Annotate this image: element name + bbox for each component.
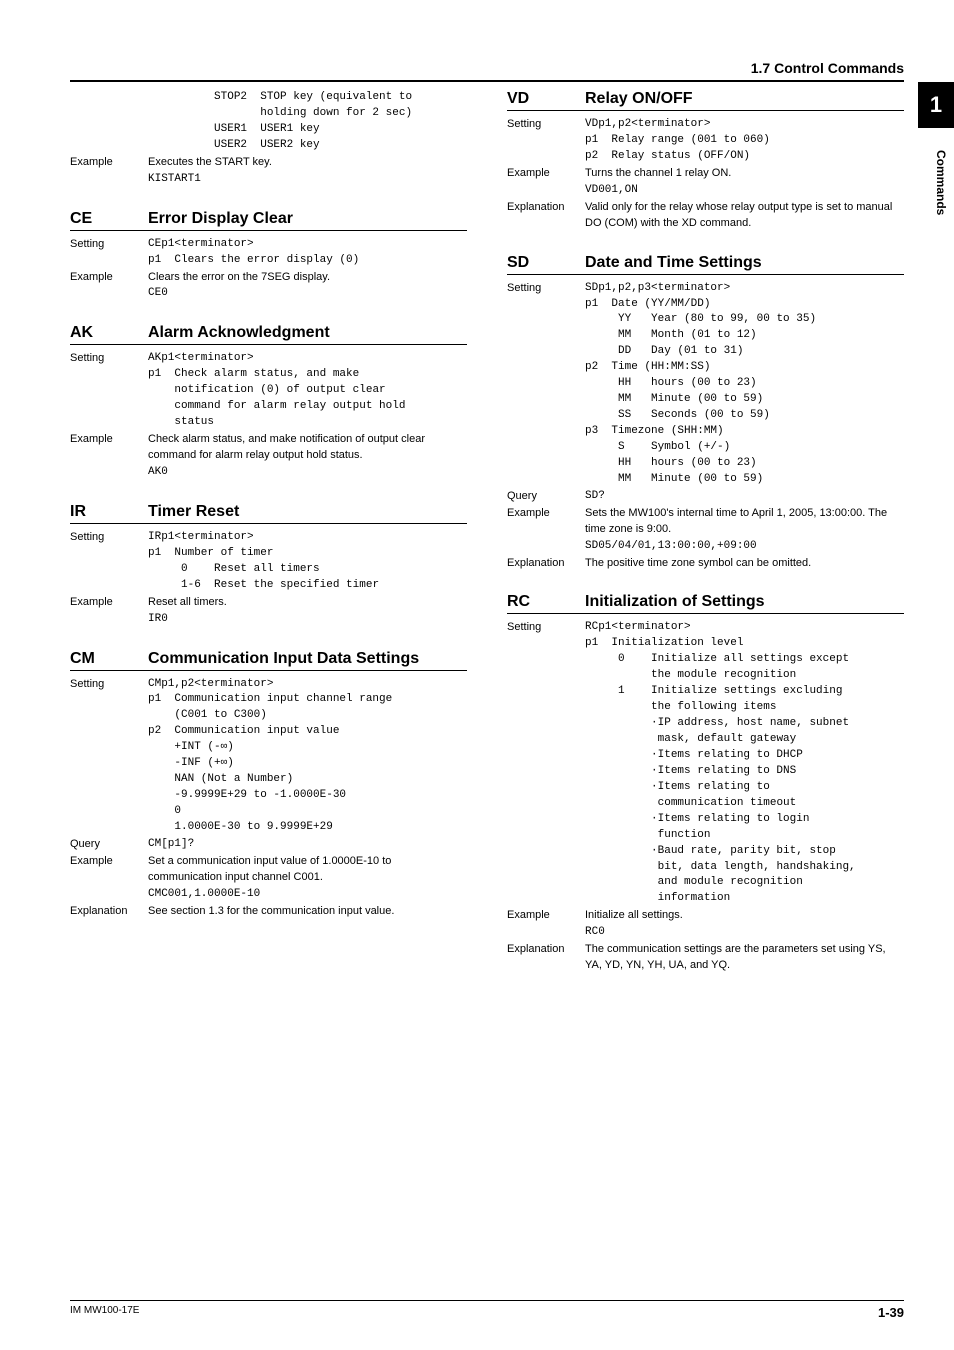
sd-code: SD — [507, 254, 585, 272]
cm-ex-text: Set a communication input value of 1.000… — [148, 854, 467, 886]
ak-code: AK — [70, 324, 148, 342]
rc-title: Initialization of Settings — [585, 593, 765, 611]
sd-title: Date and Time Settings — [585, 254, 762, 272]
cm-block: CMCommunication Input Data Settings Sett… — [70, 650, 467, 920]
rc-setting: RCp1<terminator> p1 Initialization level… — [585, 620, 904, 907]
sd-setting: SDp1,p2,p3<terminator> p1 Date (YY/MM/DD… — [585, 281, 904, 488]
rc-ex-code: RC0 — [585, 925, 904, 941]
example-label: Example — [507, 166, 585, 182]
setting-label: Setting — [70, 677, 148, 836]
right-column: VDRelay ON/OFF SettingVDp1,p2<terminator… — [507, 90, 904, 996]
ak-ex-text: Check alarm status, and make notificatio… — [148, 432, 467, 464]
ir-ex-code: IR0 — [148, 612, 467, 628]
example-label: Example — [70, 595, 148, 611]
vd-ex-code: VD001,ON — [585, 183, 904, 199]
query-label: Query — [507, 489, 585, 505]
example-label: Example — [70, 432, 148, 464]
setting-label: Setting — [507, 620, 585, 907]
pre-ex-text: Executes the START key. — [148, 155, 467, 171]
ir-code: IR — [70, 503, 148, 521]
setting-label: Setting — [70, 530, 148, 594]
cm-setting: CMp1,p2<terminator> p1 Communication inp… — [148, 677, 467, 836]
vd-code: VD — [507, 90, 585, 108]
side-label: Commands — [934, 150, 948, 215]
footer-right: 1-39 — [878, 1305, 904, 1320]
ir-ex-text: Reset all timers. — [148, 595, 467, 611]
sd-block: SDDate and Time Settings SettingSDp1,p2,… — [507, 254, 904, 572]
setting-label: Setting — [507, 281, 585, 488]
ir-setting: IRp1<terminator> p1 Number of timer 0 Re… — [148, 530, 467, 594]
query-label: Query — [70, 837, 148, 853]
ce-title: Error Display Clear — [148, 210, 293, 228]
ce-setting: CEp1<terminator> p1 Clears the error dis… — [148, 237, 467, 269]
ak-title: Alarm Acknowledgment — [148, 324, 330, 342]
ce-ex-code: CE0 — [148, 286, 467, 302]
ce-ex-text: Clears the error on the 7SEG display. — [148, 270, 467, 286]
footer: IM MW100-17E 1-39 — [70, 1300, 904, 1320]
vd-block: VDRelay ON/OFF SettingVDp1,p2<terminator… — [507, 90, 904, 232]
cm-title: Communication Input Data Settings — [148, 650, 419, 668]
pre-ex-code: KISTART1 — [148, 172, 467, 188]
pre-setting: STOP2 STOP key (equivalent to holding do… — [148, 90, 467, 154]
side-tab: 1 — [918, 82, 954, 128]
cm-ex-code: CMC001,1.0000E-10 — [148, 887, 467, 903]
cm-exp-text: See section 1.3 for the communication in… — [148, 904, 467, 920]
example-label: Example — [507, 506, 585, 538]
ir-title: Timer Reset — [148, 503, 239, 521]
sd-ex-code: SD05/04/01,13:00:00,+09:00 — [585, 539, 904, 555]
cm-code: CM — [70, 650, 148, 668]
left-column: STOP2 STOP key (equivalent to holding do… — [70, 90, 467, 996]
explanation-label: Explanation — [507, 200, 585, 232]
ce-block: CEError Display Clear SettingCEp1<termin… — [70, 210, 467, 303]
ir-block: IRTimer Reset SettingIRp1<terminator> p1… — [70, 503, 467, 628]
section-divider — [70, 80, 904, 82]
explanation-label: Explanation — [507, 942, 585, 974]
vd-ex-text: Turns the channel 1 relay ON. — [585, 166, 904, 182]
rc-code: RC — [507, 593, 585, 611]
setting-label: Setting — [70, 237, 148, 269]
rc-ex-text: Initialize all settings. — [585, 908, 904, 924]
sd-ex-text: Sets the MW100's internal time to April … — [585, 506, 904, 538]
side-tab-number: 1 — [918, 92, 954, 118]
explanation-label: Explanation — [507, 556, 585, 572]
pre-block: STOP2 STOP key (equivalent to holding do… — [70, 90, 467, 188]
cm-query: CM[p1]? — [148, 837, 467, 853]
setting-label: Setting — [70, 351, 148, 431]
ak-block: AKAlarm Acknowledgment SettingAKp1<termi… — [70, 324, 467, 481]
footer-left: IM MW100-17E — [70, 1305, 139, 1320]
ak-setting: AKp1<terminator> p1 Check alarm status, … — [148, 351, 467, 431]
example-label: Example — [70, 155, 148, 171]
vd-exp-text: Valid only for the relay whose relay out… — [585, 200, 904, 232]
rc-exp-text: The communication settings are the param… — [585, 942, 904, 974]
ce-code: CE — [70, 210, 148, 228]
vd-setting: VDp1,p2<terminator> p1 Relay range (001 … — [585, 117, 904, 165]
example-label: Example — [70, 270, 148, 286]
rc-block: RCInitialization of Settings SettingRCp1… — [507, 593, 904, 974]
example-label: Example — [507, 908, 585, 924]
explanation-label: Explanation — [70, 904, 148, 920]
sd-query: SD? — [585, 489, 904, 505]
example-label: Example — [70, 854, 148, 886]
section-header: 1.7 Control Commands — [70, 60, 904, 76]
ak-ex-code: AK0 — [148, 465, 467, 481]
sd-exp-text: The positive time zone symbol can be omi… — [585, 556, 904, 572]
vd-title: Relay ON/OFF — [585, 90, 693, 108]
setting-label: Setting — [507, 117, 585, 165]
